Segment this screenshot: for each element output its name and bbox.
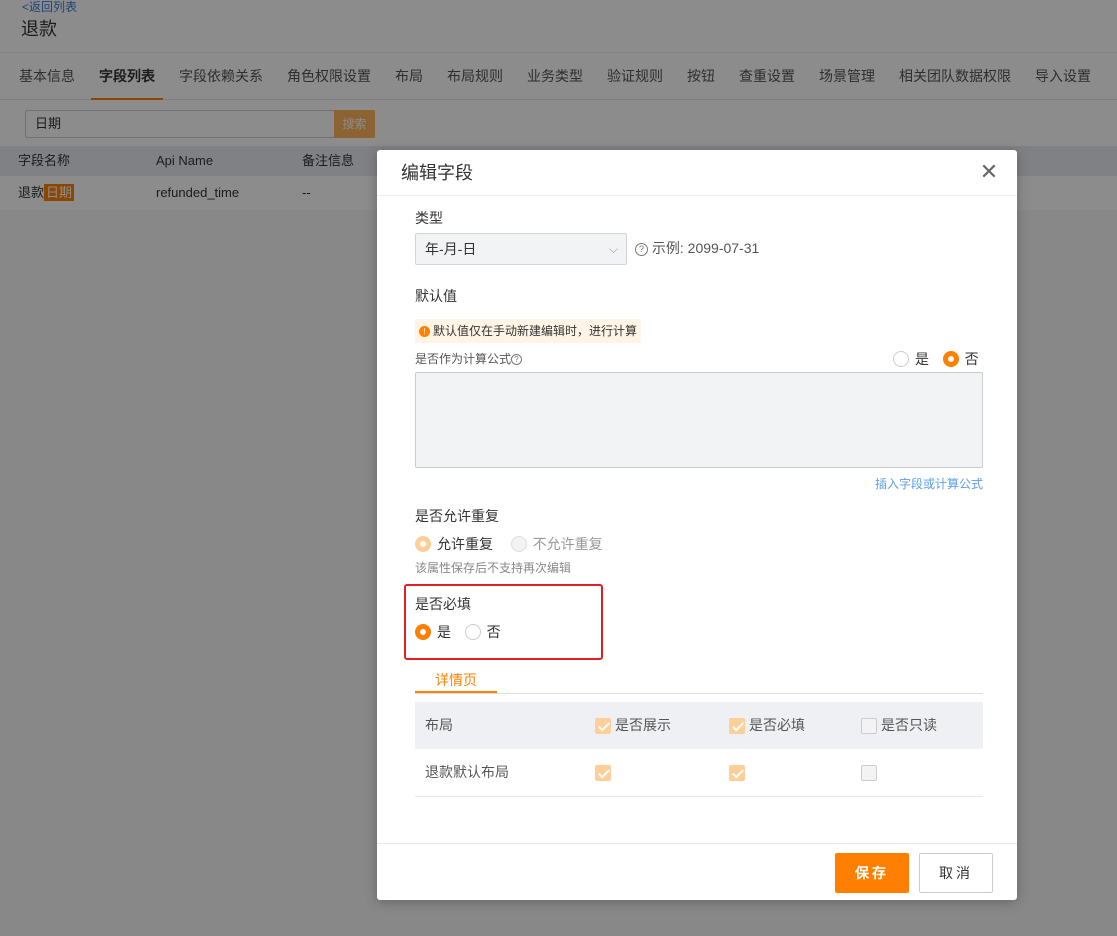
show-all-checkbox[interactable]: [595, 718, 611, 735]
required-no-radio[interactable]: 否: [464, 622, 501, 642]
radio-label: 否: [486, 624, 501, 640]
radio-label: 是: [437, 624, 451, 640]
column-header-label: 是否必填: [749, 717, 805, 733]
radio-checked-icon: [415, 536, 431, 552]
table-row: 退款默认布局: [415, 749, 983, 797]
cancel-button[interactable]: 取消: [919, 853, 993, 893]
column-header-label: 是否展示: [615, 717, 671, 733]
table-header: 布局 是否展示 是否必填 是否只读: [415, 702, 983, 749]
save-button[interactable]: 保存: [835, 853, 909, 893]
column-header-show: 是否展示: [595, 702, 671, 749]
radio-unchecked-icon: [464, 624, 481, 640]
required-all-checkbox[interactable]: [729, 718, 745, 735]
disallow-duplicate-radio[interactable]: 不允许重复: [510, 534, 603, 554]
radio-label: 是: [915, 351, 929, 367]
close-icon[interactable]: ✕: [977, 161, 1001, 185]
show-cell: [595, 749, 615, 796]
formula-label-text: 是否作为计算公式: [415, 352, 512, 366]
type-label: 类型: [415, 210, 443, 226]
divider: [377, 843, 1017, 844]
dialog-title: 编辑字段: [401, 163, 473, 183]
dialog-body: 类型 年-月-日 ⌵ ? 示例: 2099-07-31 默认值 ! 默认值仅在手动…: [404, 196, 985, 846]
formula-yes-radio[interactable]: 是: [893, 349, 929, 369]
chevron-down-icon: ⌵: [608, 242, 618, 256]
duplicate-radio-group: 允许重复 不允许重复: [415, 534, 613, 554]
date-format-value: 年-月-日: [425, 241, 477, 257]
type-example: ? 示例: 2099-07-31: [635, 238, 759, 258]
example-text: 示例: 2099-07-31: [651, 240, 760, 256]
layout-permission-table: 布局 是否展示 是否必填 是否只读 退款默认布局: [415, 702, 983, 797]
help-icon[interactable]: ?: [635, 242, 648, 256]
layout-name: 退款默认布局: [425, 764, 509, 780]
duplicate-label: 是否允许重复: [415, 508, 499, 524]
formula-label: 是否作为计算公式?: [415, 349, 523, 369]
radio-label: 不允许重复: [532, 536, 603, 552]
radio-label: 允许重复: [437, 536, 493, 552]
required-radio-group: 是 否: [415, 622, 511, 642]
radio-checked-icon: [942, 351, 959, 367]
allow-duplicate-radio[interactable]: 允许重复: [415, 534, 493, 554]
edit-field-dialog: 编辑字段 ✕ 类型 年-月-日 ⌵ ? 示例: 2099-07-31 默认值 !…: [377, 150, 1017, 900]
column-header-label: 是否只读: [881, 717, 937, 733]
column-header-readonly: 是否只读: [861, 702, 937, 749]
radio-checked-icon: [415, 624, 431, 640]
default-value-textarea[interactable]: [415, 372, 983, 468]
insert-formula-link[interactable]: 插入字段或计算公式: [875, 476, 983, 492]
required-yes-radio[interactable]: 是: [415, 622, 451, 642]
default-value-notice: ! 默认值仅在手动新建编辑时，进行计算: [415, 319, 642, 343]
required-label: 是否必填: [415, 596, 471, 612]
readonly-cell: [861, 749, 881, 796]
required-cell: [729, 749, 749, 796]
notice-text: 默认值仅在手动新建编辑时，进行计算: [433, 324, 638, 338]
radio-unchecked-icon: [893, 351, 909, 367]
column-header-required: 是否必填: [729, 702, 805, 749]
layout-subtabs: 详情页: [415, 670, 983, 694]
column-header: 布局: [425, 717, 453, 733]
readonly-all-checkbox[interactable]: [861, 718, 877, 735]
formula-no-radio[interactable]: 否: [942, 349, 979, 369]
date-format-select[interactable]: 年-月-日 ⌵: [415, 233, 627, 265]
warning-icon: !: [419, 326, 430, 338]
show-checkbox[interactable]: [595, 765, 611, 782]
tab-detail-page[interactable]: 详情页: [415, 670, 497, 693]
default-value-label: 默认值: [415, 288, 457, 304]
duplicate-hint: 该属性保存后不支持再次编辑: [415, 561, 572, 575]
radio-label: 否: [964, 351, 979, 367]
formula-radio-group: 是 否: [893, 349, 979, 369]
help-icon[interactable]: ?: [511, 354, 523, 366]
required-checkbox[interactable]: [729, 765, 745, 782]
radio-unchecked-icon: [510, 536, 527, 552]
readonly-checkbox[interactable]: [861, 765, 877, 782]
